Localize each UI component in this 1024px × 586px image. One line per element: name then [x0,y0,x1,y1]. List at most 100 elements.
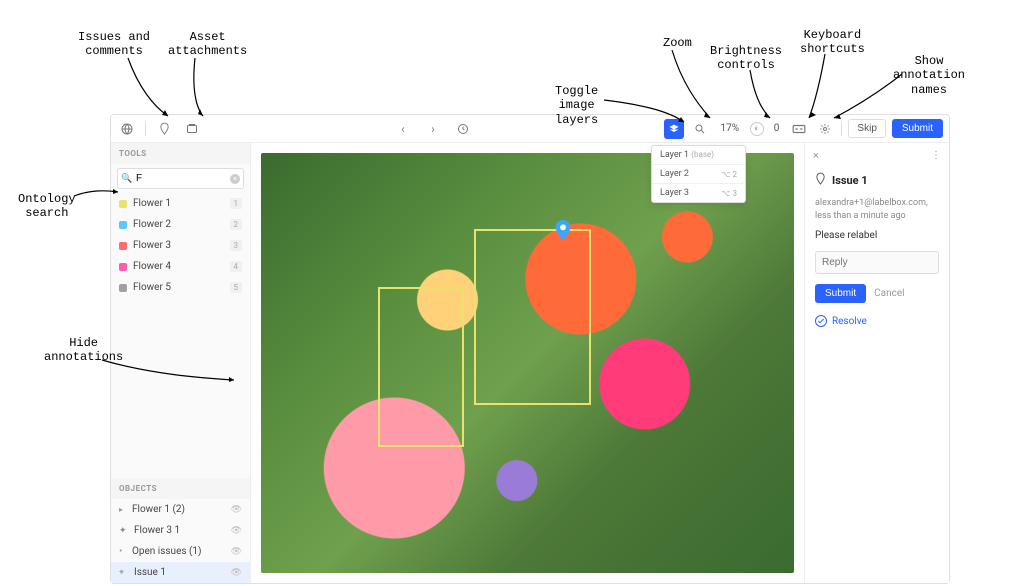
annotation-names-icon[interactable] [789,119,809,139]
layer-row-3[interactable]: Layer 3 ⌥ 3 [652,183,745,202]
bbox-flower1-a[interactable] [378,287,463,447]
tool-item-4[interactable]: Flower 4 4 [111,256,250,277]
object-item-3[interactable]: • Open issues (1) 👁 [111,541,250,562]
arrow [118,56,178,122]
tool-color-swatch [119,200,127,208]
callout-issues-comments: Issues and comments [78,30,150,59]
callout-asset-attachments: Asset attachments [168,30,247,59]
resolve-button[interactable]: Resolve [815,315,939,327]
callout-show-annotation-names: Show annotation names [893,54,965,97]
history-icon[interactable] [453,119,473,139]
pin-icon [815,172,826,189]
arrow [795,52,835,122]
object-item-1[interactable]: ▸ Flower 1 (2) 👁 [111,499,250,520]
check-icon [815,315,827,327]
issue-message: Please relabel [815,230,939,241]
bbox-flower1-b[interactable] [474,229,591,405]
zoom-icon[interactable] [690,119,710,139]
chevron-right-icon: ▸ [119,505,127,514]
point-icon: ✦ [119,526,129,536]
left-sidebar: TOOLS 🔍 × Flower 11Flower 22Flower 33Flo… [111,143,251,583]
layer-shortcut: ⌥ 2 [721,170,737,179]
tool-label: Flower 4 [133,261,224,272]
divider [841,122,842,136]
objects-header: OBJECTS [111,478,250,499]
tool-color-swatch [119,221,127,229]
tool-label: Flower 3 [133,240,224,251]
tool-item-3[interactable]: Flower 3 3 [111,235,250,256]
object-label: Flower 1 (2) [132,504,226,515]
layer-row-1[interactable]: Layer 1 (base) [652,146,745,164]
object-item-4[interactable]: ⌖ Issue 1 👁 [111,562,250,583]
layer-label: Layer 2 [660,169,689,179]
bullet-icon: • [119,546,127,557]
panel-menu-icon[interactable]: ⋮ [931,150,941,161]
object-item-2[interactable]: ✦ Flower 3 1 👁 [111,520,250,541]
tool-shortcut: 2 [230,219,243,230]
tool-label: Flower 1 [133,198,224,209]
tool-item-1[interactable]: Flower 1 1 [111,193,250,214]
tool-color-swatch [119,263,127,271]
prev-asset-icon[interactable]: ‹ [393,119,413,139]
ontology-search-input[interactable] [117,168,244,189]
reply-input[interactable] [815,251,939,274]
zoom-percentage: 17% [716,123,744,134]
layer-label: Layer 1 (base) [660,150,714,160]
callout-ontology-search: Ontology search [18,192,76,221]
layer-row-2[interactable]: Layer 2 ⌥ 2 [652,164,745,183]
issue-title: Issue 1 [832,174,868,187]
tool-shortcut: 1 [230,198,243,209]
issue-meta: alexandra+1@labelbox.com, less than a mi… [815,197,939,222]
layer-label: Layer 3 [660,188,689,198]
tool-color-swatch [119,242,127,250]
tool-color-swatch [119,284,127,292]
tool-shortcut: 4 [230,261,243,272]
skip-button[interactable]: Skip [848,119,885,138]
visibility-toggle-icon[interactable]: 👁 [231,526,242,536]
attachment-icon[interactable] [182,119,202,139]
object-label: Issue 1 [134,567,226,578]
divider [145,122,146,136]
canvas-area[interactable] [251,143,804,583]
tool-shortcut: 5 [230,282,243,293]
tool-item-5[interactable]: Flower 5 5 [111,277,250,298]
object-label: Open issues (1) [132,546,226,557]
object-label: Flower 3 1 [134,525,226,536]
issue-author: alexandra+1@labelbox.com [815,198,926,208]
issue-time: less than a minute ago [815,211,906,221]
visibility-toggle-icon[interactable]: 👁 [231,547,242,557]
shortcuts-icon[interactable] [815,119,835,139]
issue-pin-icon[interactable] [154,119,174,139]
brightness-icon[interactable]: ◐ [750,122,764,136]
visibility-toggle-icon[interactable]: 👁 [231,505,242,515]
issue-pin-marker[interactable] [554,220,572,242]
issue-submit-button[interactable]: Submit [815,284,866,303]
close-panel-icon[interactable]: × [813,149,819,162]
issue-panel: × ⋮ Issue 1 alexandra+1@labelbox.com, le… [804,143,949,583]
tool-label: Flower 5 [133,282,224,293]
next-asset-icon[interactable]: › [423,119,443,139]
tool-shortcut: 3 [230,240,243,251]
arrow [170,56,220,122]
clear-search-icon[interactable]: × [230,174,240,184]
visibility-toggle-icon[interactable]: 👁 [231,568,242,578]
globe-icon[interactable] [117,119,137,139]
callout-brightness-controls: Brightness controls [710,44,782,73]
pin-icon: ⌖ [119,568,129,578]
issue-cancel-button[interactable]: Cancel [874,288,904,299]
tool-label: Flower 2 [133,219,224,230]
tools-header: TOOLS [111,143,250,164]
asset-image [261,153,794,573]
callout-zoom: Zoom [663,36,692,50]
labeling-app: ‹ › 17% ◐ 0 Skip Submit [110,114,950,584]
callout-keyboard-shortcuts: Keyboard shortcuts [800,28,865,57]
layer-menu: Layer 1 (base)Layer 2 ⌥ 2Layer 3 ⌥ 3 [651,145,746,203]
layers-toggle-icon[interactable] [664,119,684,139]
search-icon: 🔍 [121,174,132,184]
brightness-value: 0 [774,123,780,134]
layer-shortcut: ⌥ 3 [721,189,737,198]
submit-button[interactable]: Submit [892,119,943,138]
tool-item-2[interactable]: Flower 2 2 [111,214,250,235]
callout-toggle-layers: Toggle image layers [555,84,598,127]
topbar: ‹ › 17% ◐ 0 Skip Submit [111,115,949,143]
